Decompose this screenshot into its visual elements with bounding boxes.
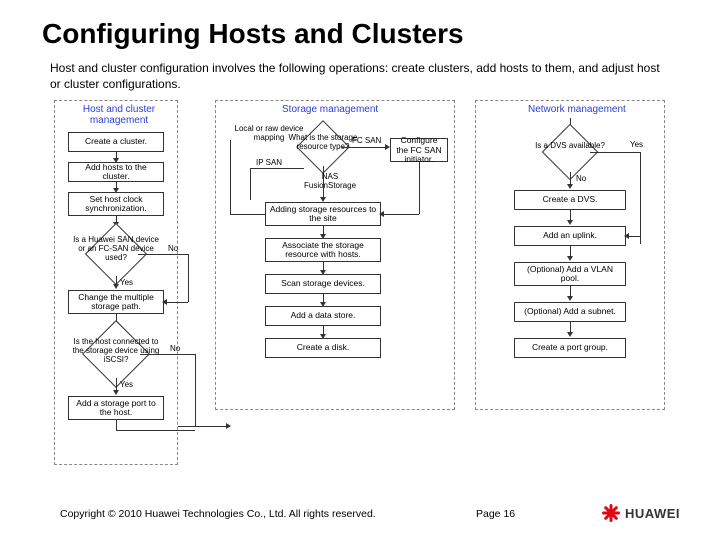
edge-yes-1: Yes [120, 278, 133, 287]
col3-header: Network management [528, 104, 626, 115]
c1-add-hosts: Add hosts to the cluster. [68, 162, 164, 182]
c1-create-cluster: Create a cluster. [68, 132, 164, 152]
c2-add-resources: Adding storage resources to the site [265, 202, 381, 226]
c3-create-dvs: Create a DVS. [514, 190, 626, 210]
huawei-logo: HUAWEI [600, 502, 680, 524]
c3-uplink: Add an uplink. [514, 226, 626, 246]
c2-create-disk: Create a disk. [265, 338, 381, 358]
c2-fc-san: FC SAN [352, 136, 381, 145]
page-number: Page 16 [476, 508, 515, 520]
c3-yes: Yes [630, 140, 643, 149]
c2-scan: Scan storage devices. [265, 274, 381, 294]
c2-nas: NAS FusionStorage [300, 172, 360, 190]
c3-vlan-pool: (Optional) Add a VLAN pool. [514, 262, 626, 286]
edge-no-1: No [168, 244, 178, 253]
c3-port-group: Create a port group. [514, 338, 626, 358]
edge-yes-2: Yes [120, 380, 133, 389]
c2-fc-initiator: Configure the FC SAN initiator. [390, 138, 448, 162]
c3-subnet: (Optional) Add a subnet. [514, 302, 626, 322]
c2-local-raw: Local or raw device mapping [230, 124, 308, 142]
huawei-petals-icon [600, 502, 622, 524]
copyright: Copyright © 2010 Huawei Technologies Co.… [60, 508, 376, 520]
c2-ipsan: IP SAN [256, 158, 282, 167]
c1-clock-sync: Set host clock synchronization. [68, 192, 164, 216]
c1-add-storage-port: Add a storage port to the host. [68, 396, 164, 420]
c2-associate: Associate the storage resource with host… [265, 238, 381, 262]
intro-text: Host and cluster configuration involves … [0, 56, 720, 100]
c2-datastore: Add a data store. [265, 306, 381, 326]
flowchart: Host and cluster management Storage mana… [50, 100, 670, 470]
page-title: Configuring Hosts and Clusters [0, 0, 720, 56]
c1-change-path: Change the multiple storage path. [68, 290, 164, 314]
c3-no: No [576, 174, 586, 183]
col1-header: Host and cluster management [80, 104, 158, 126]
edge-no-2: No [170, 344, 180, 353]
brand-text: HUAWEI [625, 506, 680, 521]
col2-header: Storage management [282, 104, 378, 115]
